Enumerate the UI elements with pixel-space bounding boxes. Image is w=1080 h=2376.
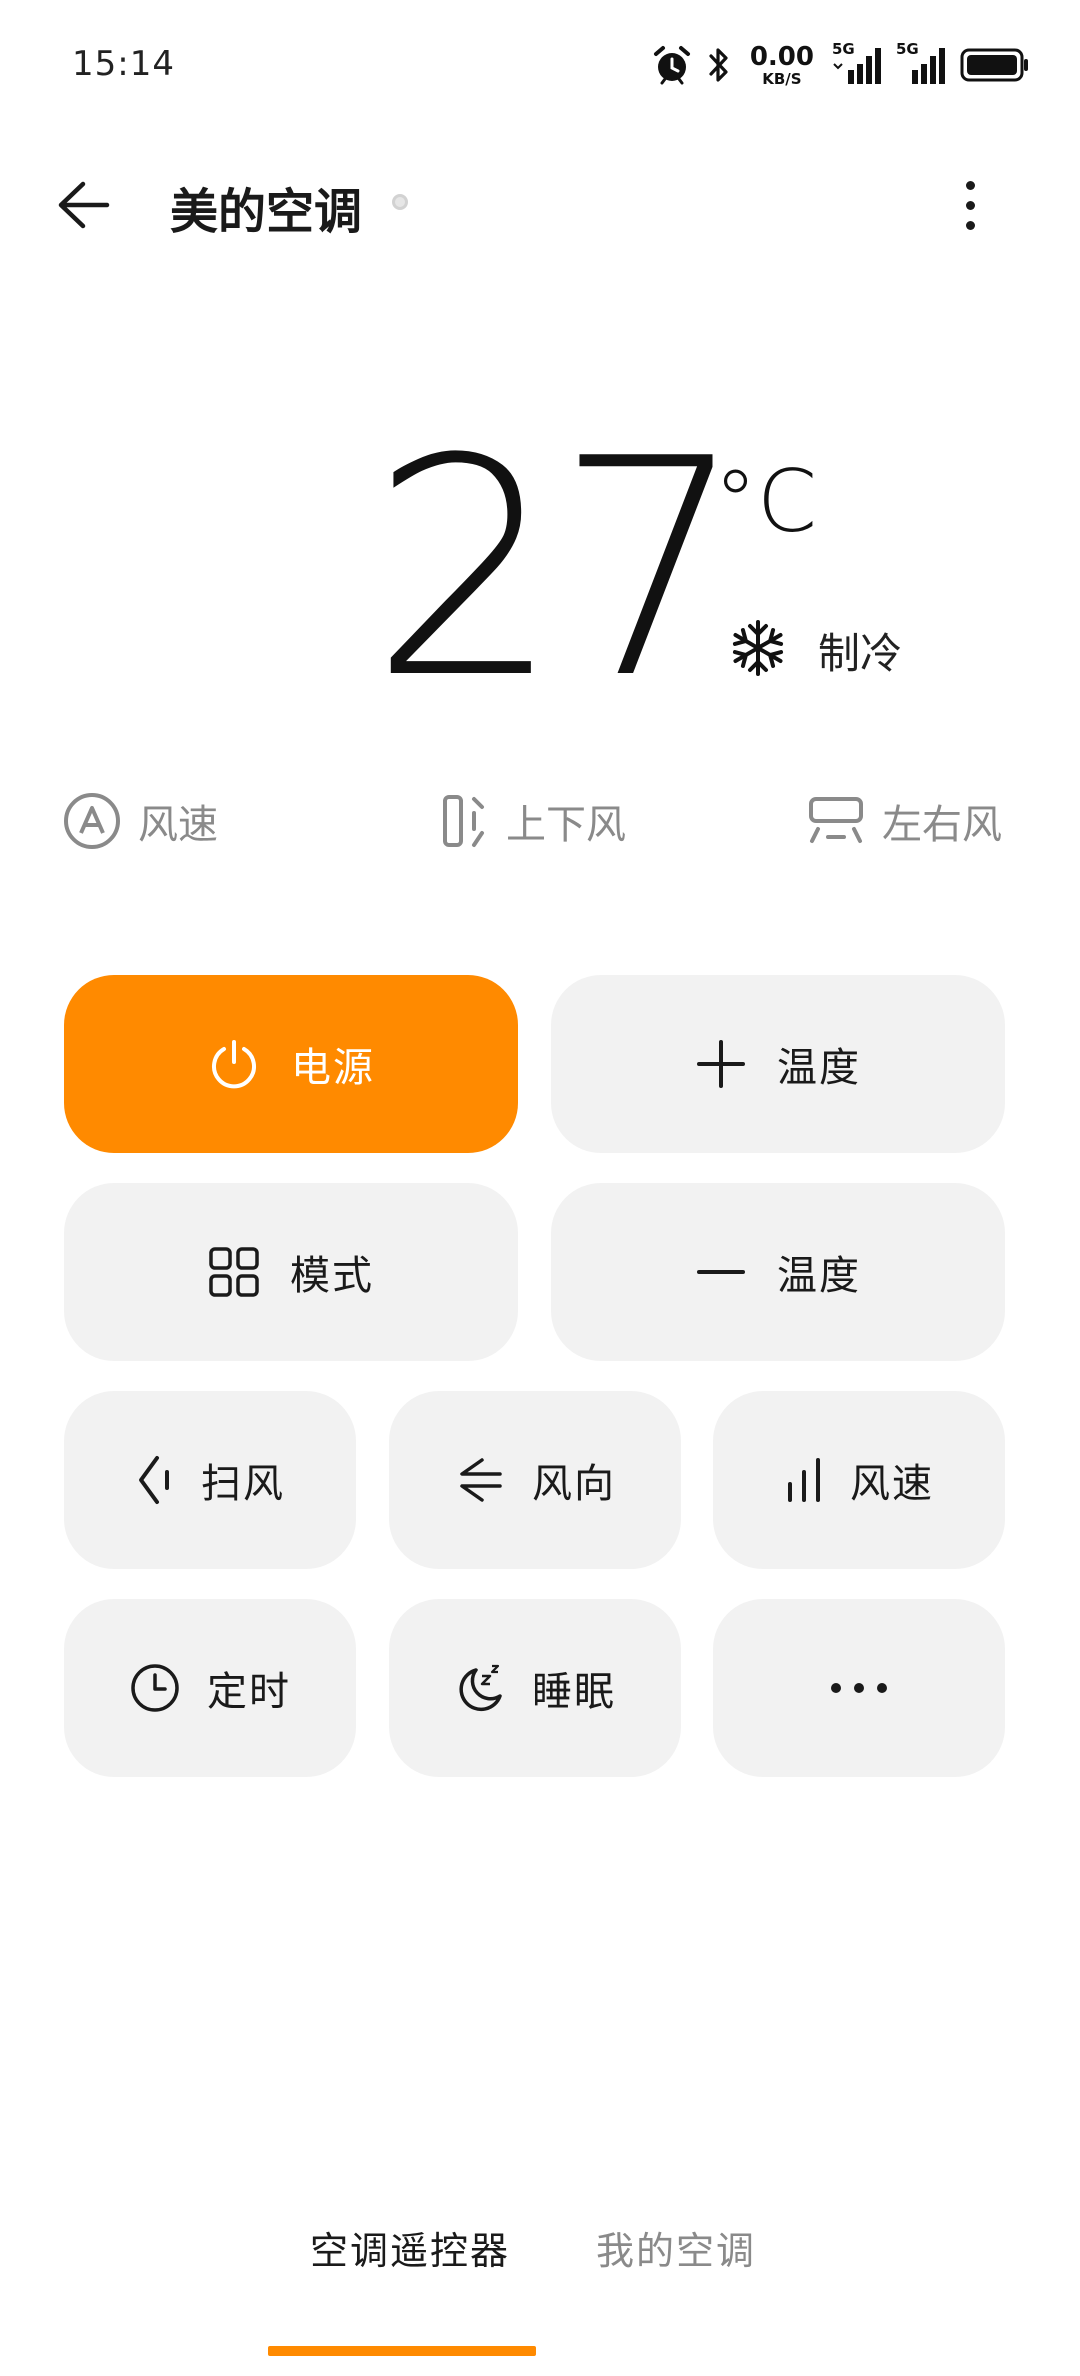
swing-button[interactable]: 扫风 bbox=[64, 1391, 356, 1569]
page-title: 美的空调 bbox=[170, 184, 363, 240]
alarm-icon bbox=[652, 44, 692, 86]
snowflake-icon bbox=[726, 616, 790, 680]
back-button[interactable] bbox=[48, 170, 118, 240]
app-header: 美的空调 bbox=[0, 150, 1080, 260]
fan-speed-label: 风速 bbox=[850, 1461, 934, 1507]
connection-status-dot bbox=[392, 194, 408, 210]
temp-up-button[interactable]: 温度 bbox=[551, 975, 1005, 1153]
sleep-label: 睡眠 bbox=[532, 1669, 616, 1715]
net-speed: 0.00 KB/S bbox=[750, 44, 814, 87]
wind-direction-icon bbox=[460, 1458, 502, 1502]
quick-horizontal-swing[interactable]: 左右风 bbox=[806, 786, 1002, 856]
quick-vertical-swing-label: 上下风 bbox=[506, 802, 626, 848]
swing-label: 扫风 bbox=[201, 1461, 285, 1507]
status-icons: 0.00 KB/S 5G 5G bbox=[652, 40, 1030, 90]
plus-icon bbox=[697, 1040, 745, 1088]
quick-fan-speed[interactable]: 风速 bbox=[62, 786, 218, 856]
active-tab-indicator bbox=[268, 2346, 536, 2356]
temp-up-label: 温度 bbox=[777, 1045, 861, 1091]
auto-circle-icon bbox=[64, 793, 120, 849]
temp-down-button[interactable]: 温度 bbox=[551, 1183, 1005, 1361]
net-speed-value: 0.00 bbox=[749, 41, 814, 72]
arrow-left-icon bbox=[58, 181, 110, 229]
bluetooth-icon bbox=[706, 45, 732, 85]
mode-button-label: 模式 bbox=[290, 1253, 374, 1299]
more-functions-button[interactable] bbox=[713, 1599, 1005, 1777]
temp-down-label: 温度 bbox=[777, 1253, 861, 1299]
power-label: 电源 bbox=[291, 1045, 375, 1091]
mode-label: 制冷 bbox=[818, 629, 903, 678]
clock-icon bbox=[131, 1664, 179, 1712]
fan-speed-button[interactable]: 风速 bbox=[713, 1391, 1005, 1569]
temperature-value: 27 bbox=[370, 395, 746, 744]
horizontal-swing-icon bbox=[809, 797, 863, 843]
wind-direction-label: 风向 bbox=[532, 1461, 616, 1507]
sleep-button[interactable]: 睡眠 bbox=[389, 1599, 681, 1777]
more-vertical-icon bbox=[965, 180, 975, 190]
power-button[interactable]: 电源 bbox=[64, 975, 518, 1153]
timer-label: 定时 bbox=[207, 1669, 291, 1715]
quick-fan-speed-label: 风速 bbox=[138, 802, 218, 848]
quick-vertical-swing[interactable]: 上下风 bbox=[440, 786, 626, 856]
signal-label: 5G bbox=[832, 40, 855, 58]
net-speed-unit: KB/S bbox=[762, 69, 802, 88]
battery-icon bbox=[960, 47, 1030, 83]
temperature-unit: °C bbox=[714, 452, 818, 552]
more-options-button[interactable] bbox=[940, 170, 1000, 240]
bars-icon bbox=[788, 1458, 820, 1502]
power-icon bbox=[212, 1040, 256, 1089]
signal-icon: 5G bbox=[832, 40, 882, 86]
vertical-swing-icon bbox=[443, 795, 484, 847]
signal-label: 5G bbox=[896, 40, 919, 58]
tab-my-ac[interactable]: 我的空调 bbox=[596, 2220, 756, 2290]
swing-icon bbox=[139, 1456, 169, 1504]
mode-button[interactable]: 模式 bbox=[64, 1183, 518, 1361]
quick-horizontal-swing-label: 左右风 bbox=[882, 802, 1002, 848]
signal-icon: 5G bbox=[896, 40, 946, 86]
moon-zz-icon bbox=[459, 1664, 502, 1712]
wind-direction-button[interactable]: 风向 bbox=[389, 1391, 681, 1569]
status-time: 15:14 bbox=[72, 44, 175, 84]
minus-icon bbox=[697, 1270, 745, 1274]
timer-button[interactable]: 定时 bbox=[64, 1599, 356, 1777]
tab-ac-remote[interactable]: 空调遥控器 bbox=[310, 2220, 510, 2290]
status-bar: 15:14 0.00 KB/S 5G 5G bbox=[0, 0, 1080, 120]
more-horizontal-icon bbox=[831, 1683, 887, 1693]
grid-icon bbox=[209, 1247, 259, 1297]
